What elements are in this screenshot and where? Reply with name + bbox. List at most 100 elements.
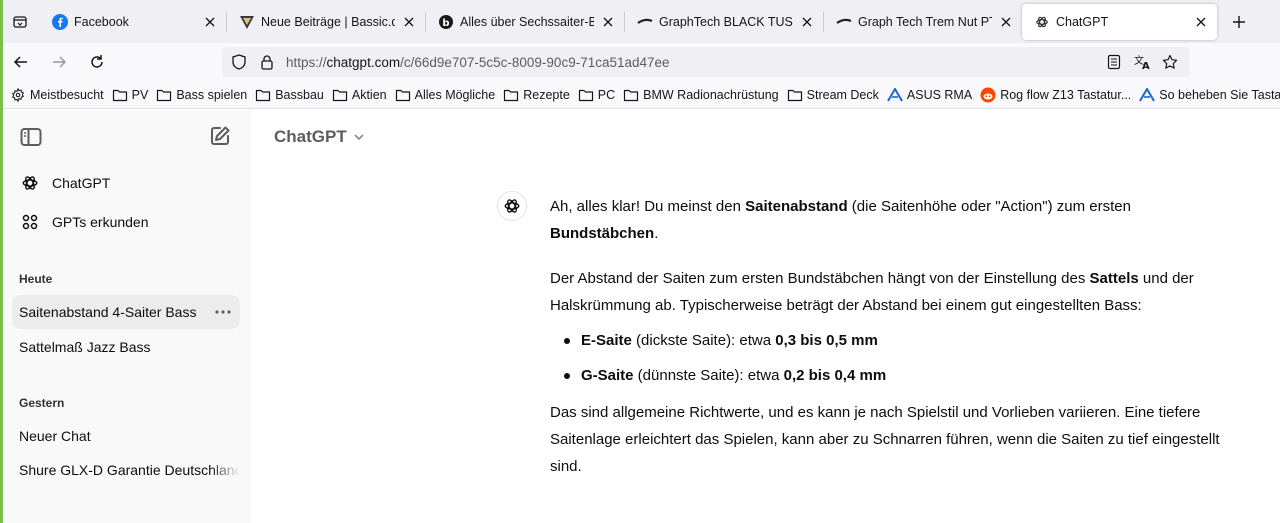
close-icon[interactable] xyxy=(799,14,815,30)
bookmark-label: Bassbau xyxy=(275,87,324,102)
graphtech-icon xyxy=(637,14,653,30)
bookmark-item[interactable]: ASUS RMA xyxy=(887,87,972,103)
folder-icon xyxy=(623,87,639,103)
section-heading-heute: Heute xyxy=(19,272,53,286)
svg-text:b: b xyxy=(442,18,449,29)
bookmark-item[interactable]: Stream Deck xyxy=(787,87,879,103)
folder-icon xyxy=(787,87,803,103)
more-options-icon[interactable] xyxy=(214,303,232,321)
tab-title: GraphTech BLACK TUSQ XL PT- xyxy=(659,14,793,29)
bookmark-item[interactable]: Aktien xyxy=(332,87,387,103)
tracking-protection-shield-icon[interactable] xyxy=(228,51,250,73)
arrow-right-icon xyxy=(53,56,67,68)
lock-icon[interactable] xyxy=(256,51,278,73)
folder-icon xyxy=(503,87,519,103)
openai-icon xyxy=(504,199,520,213)
bookmark-label: PC xyxy=(597,87,616,102)
tab-graphtech-trem[interactable]: Graph Tech Trem Nut PT 120 xyxy=(824,4,1022,40)
reddit-icon xyxy=(980,87,996,103)
folder-icon xyxy=(255,87,271,103)
bookmark-label: Stream Deck xyxy=(806,87,879,102)
tab-graphtech-black[interactable]: GraphTech BLACK TUSQ XL PT- xyxy=(625,4,823,40)
tab-sechssaiter[interactable]: b Alles über Sechssaiter-Bässe xyxy=(426,4,624,40)
conversation-title: Sattelmaß Jazz Bass xyxy=(19,339,151,355)
bookmark-item[interactable]: Rezepte xyxy=(503,87,570,103)
reader-view-icon[interactable] xyxy=(1100,51,1128,73)
bookmark-item[interactable]: Bass spielen xyxy=(156,87,247,103)
sidebar-item-gpts-erkunden[interactable]: GPTs erkunden xyxy=(12,205,240,239)
reload-icon xyxy=(91,55,103,68)
bookmark-item[interactable]: So beheben Sie Tastat... xyxy=(1139,87,1280,103)
model-selector[interactable]: ChatGPT xyxy=(274,127,365,147)
conversation-title: Shure GLX-D Garantie Deutschland xyxy=(19,462,240,478)
close-icon[interactable] xyxy=(998,14,1014,30)
folder-icon xyxy=(578,87,594,103)
tab-list-icon xyxy=(13,15,27,28)
new-chat-button[interactable] xyxy=(208,124,232,148)
back-button[interactable] xyxy=(4,45,38,79)
close-icon[interactable] xyxy=(401,14,417,30)
bookmark-item[interactable]: Alles Mögliche xyxy=(395,87,496,103)
reload-button[interactable] xyxy=(80,45,114,79)
sidebar-item-label: GPTs erkunden xyxy=(52,214,149,230)
forward-button[interactable] xyxy=(42,45,76,79)
section-heading-gestern: Gestern xyxy=(19,396,65,410)
conversation-item[interactable]: Shure GLX-D Garantie Deutschland xyxy=(12,453,240,487)
openai-icon xyxy=(20,173,40,193)
tab-bassic[interactable]: Neue Beiträge | Bassic.de xyxy=(227,4,425,40)
address-bar[interactable]: https://chatgpt.com/c/66d9e707-5c5c-8009… xyxy=(222,47,1190,77)
tab-title: Facebook xyxy=(74,14,129,29)
gear-icon xyxy=(10,87,26,103)
tab-chatgpt[interactable]: ChatGPT xyxy=(1022,3,1217,40)
sidebar-item-chatgpt[interactable]: ChatGPT xyxy=(12,166,240,200)
folder-icon xyxy=(395,87,411,103)
bookmark-label: Aktien xyxy=(351,87,387,102)
arrow-left-icon xyxy=(13,56,27,68)
chat-sidebar: ChatGPT GPTs erkunden Heute Saitenabstan… xyxy=(0,109,251,523)
close-icon[interactable] xyxy=(600,14,616,30)
facebook-icon xyxy=(52,13,68,30)
message-paragraph: Das sind allgemeine Richtwerte, und es k… xyxy=(550,404,1220,475)
plus-icon xyxy=(1233,15,1245,28)
bookmark-label: Alles Mögliche xyxy=(414,87,496,102)
bassic-icon xyxy=(239,14,255,30)
bookmark-label: ASUS RMA xyxy=(906,87,973,102)
bookmark-item[interactable]: Meistbesucht xyxy=(10,87,104,103)
sidebar-header xyxy=(0,109,251,163)
conversation-item[interactable]: Saitenabstand 4-Saiter Bass xyxy=(12,295,240,329)
folder-icon xyxy=(156,87,172,103)
bookmark-label: So beheben Sie Tastat... xyxy=(1159,87,1280,102)
chat-main: ChatGPT Ah, alles klar! Du meinst den Sa… xyxy=(251,109,1280,523)
bookmark-item[interactable]: Rog flow Z13 Tastatur... xyxy=(980,87,1131,103)
bookmark-item[interactable]: PC xyxy=(578,87,615,103)
bookmark-star-icon[interactable] xyxy=(1156,51,1184,73)
close-sidebar-button[interactable] xyxy=(19,125,43,149)
compose-icon xyxy=(211,126,230,145)
folder-icon xyxy=(332,87,348,103)
tab-facebook[interactable]: Facebook xyxy=(40,4,226,40)
message-paragraph: Ah, alles klar! Du meinst den Saitenabst… xyxy=(550,198,1131,242)
bookmark-item[interactable]: BMW Radionachrüstung xyxy=(623,87,779,103)
window-accent-border xyxy=(0,0,3,523)
close-icon[interactable] xyxy=(202,14,218,30)
conversation-item[interactable]: Neuer Chat xyxy=(12,419,240,453)
asus-icon xyxy=(887,87,903,103)
tab-title: ChatGPT xyxy=(1056,14,1109,29)
url-text: https://chatgpt.com/c/66d9e707-5c5c-8009… xyxy=(286,54,670,70)
bookmark-label: BMW Radionachrüstung xyxy=(643,87,779,102)
list-all-tabs-button[interactable] xyxy=(0,0,40,43)
bookmark-item[interactable]: Bassbau xyxy=(255,87,324,103)
sidebar-toggle-icon xyxy=(20,128,42,146)
bookmark-item[interactable]: PV xyxy=(112,87,148,103)
tab-title: Neue Beiträge | Bassic.de xyxy=(261,14,395,29)
chatgpt-icon xyxy=(1034,14,1050,30)
bookmarks-toolbar: Meistbesucht PV Bass spielen Bassbau Aktien A… xyxy=(0,81,1280,109)
new-tab-button[interactable] xyxy=(1221,0,1257,43)
message-list: E-Saite (dickste Saite): etwa 0,3 bis 0,… xyxy=(550,327,1240,389)
close-icon[interactable] xyxy=(1193,14,1209,30)
graphtech-icon xyxy=(836,14,852,30)
conversation-item[interactable]: Sattelmaß Jazz Bass xyxy=(12,330,240,364)
bookmark-label: Bass spielen xyxy=(176,87,248,102)
translate-icon[interactable]: 文A xyxy=(1128,51,1156,73)
chevron-down-icon xyxy=(353,133,365,141)
